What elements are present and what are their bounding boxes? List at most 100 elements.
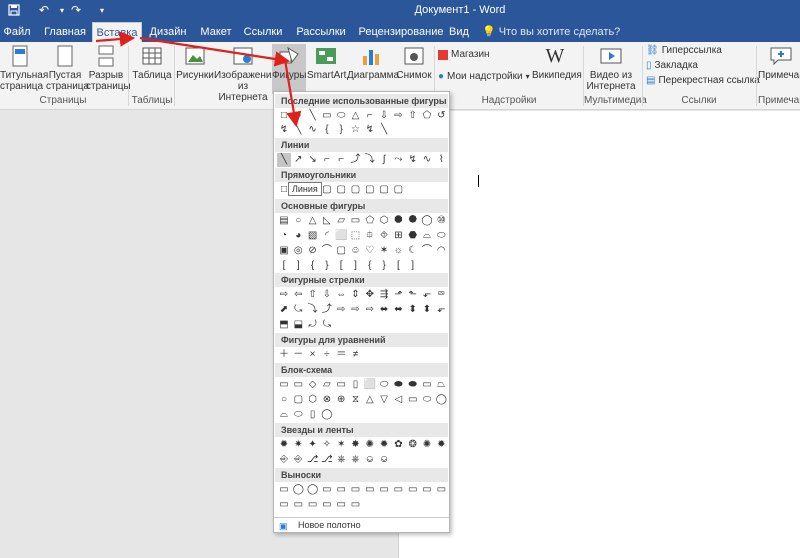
shape-option-icon[interactable]: { <box>363 259 377 273</box>
table-button[interactable]: Таблица <box>132 44 172 81</box>
shape-option-icon[interactable]: ⮹ <box>434 288 448 302</box>
shape-option-icon[interactable]: ] <box>291 259 305 273</box>
shape-option-icon[interactable]: ▢ <box>320 183 334 197</box>
shape-option-icon[interactable]: [ <box>391 259 405 273</box>
shape-option-icon[interactable]: ◎ <box>291 244 305 258</box>
shape-option-icon[interactable]: ⎉ <box>377 453 391 467</box>
shape-option-icon[interactable]: ⬣ <box>406 229 420 243</box>
shape-option-icon[interactable]: ⊞ <box>391 229 405 243</box>
shape-option-icon[interactable]: ⬠ <box>420 109 434 123</box>
shape-option-icon[interactable]: ♡ <box>363 244 377 258</box>
shape-option-icon[interactable]: ⌒ <box>320 244 334 258</box>
shape-option-icon[interactable]: ⇔ <box>334 288 348 302</box>
shape-option-icon[interactable]: ▣ <box>277 244 291 258</box>
shape-option-icon[interactable]: ✺ <box>363 438 377 452</box>
shapes-button[interactable]: Фигуры <box>272 44 306 94</box>
shape-option-icon[interactable]: ▧ <box>306 229 320 243</box>
shape-option-icon[interactable]: ▭ <box>349 483 363 497</box>
bookmark-button[interactable]: ▯ Закладка <box>646 59 698 73</box>
shape-option-icon[interactable]: ◯ <box>434 393 448 407</box>
shape-option-icon[interactable]: ⯃ <box>391 214 405 228</box>
shape-option-icon[interactable]: ✹ <box>277 438 291 452</box>
shape-option-icon[interactable]: △ <box>306 214 320 228</box>
tab-home[interactable]: Главная <box>40 22 90 42</box>
shape-option-icon[interactable]: ▤ <box>277 214 291 228</box>
shape-option-icon[interactable]: ] <box>406 259 420 273</box>
shape-option-icon[interactable]: ▯ <box>306 408 320 422</box>
new-canvas-item[interactable]: ▣ Новое полотно <box>274 517 449 532</box>
shape-option-icon[interactable]: ⬭ <box>420 393 434 407</box>
shape-option-icon[interactable]: ⇨ <box>391 109 405 123</box>
shape-option-icon[interactable]: ⬭ <box>334 109 348 123</box>
shape-option-icon[interactable]: □ <box>277 109 291 123</box>
tab-layout[interactable]: Макет <box>196 22 236 42</box>
shape-option-icon[interactable]: ▭ <box>391 483 405 497</box>
shape-option-icon[interactable]: ⬏ <box>391 288 405 302</box>
shape-option-icon[interactable]: ÷ <box>320 348 334 362</box>
shape-option-icon[interactable]: ▱ <box>334 214 348 228</box>
shape-option-icon[interactable]: ▯ <box>349 378 363 392</box>
shape-option-icon[interactable]: ☼ <box>391 244 405 258</box>
shape-option-icon[interactable]: ⇨ <box>363 303 377 317</box>
shape-option-icon[interactable]: △ <box>349 109 363 123</box>
shape-option-icon[interactable]: ⯄ <box>406 214 420 228</box>
screenshot-button[interactable]: Снимок <box>395 44 433 81</box>
shape-option-icon[interactable]: ⤿ <box>291 303 305 317</box>
shape-option-icon[interactable]: ↗ <box>291 153 305 167</box>
online-video-button[interactable]: Видео из Интернета <box>586 44 636 92</box>
shape-option-icon[interactable]: ⇩ <box>377 109 391 123</box>
shape-option-icon[interactable]: ⇦ <box>291 288 305 302</box>
wikipedia-button[interactable]: W Википедия <box>532 44 582 82</box>
shape-option-icon[interactable]: △ <box>363 393 377 407</box>
tab-mailings[interactable]: Рассылки <box>290 22 352 42</box>
shape-option-icon[interactable]: ▢ <box>334 183 348 197</box>
shape-option-icon[interactable]: ⌓ <box>420 229 434 243</box>
shape-option-icon[interactable]: ○ <box>277 393 291 407</box>
shape-option-icon[interactable]: ⊘ <box>306 244 320 258</box>
shape-option-icon[interactable]: ○ <box>291 214 305 228</box>
shape-option-icon[interactable]: ▭ <box>291 498 305 512</box>
shape-option-icon[interactable]: ▭ <box>277 378 291 392</box>
shape-option-icon[interactable]: ↯ <box>363 123 377 137</box>
shape-option-icon[interactable]: ⬡ <box>306 393 320 407</box>
shape-option-icon[interactable]: ⯐ <box>363 229 377 243</box>
shape-option-icon[interactable]: ⇧ <box>306 288 320 302</box>
shape-option-icon[interactable]: ⬚ <box>349 229 363 243</box>
shape-option-icon[interactable]: ✹ <box>377 438 391 452</box>
tab-file[interactable]: Файл <box>2 22 32 42</box>
shape-option-icon[interactable]: ⬬ <box>406 378 420 392</box>
shape-option-icon[interactable]: ▽ <box>377 393 391 407</box>
shape-option-icon[interactable]: ❂ <box>406 438 420 452</box>
shape-option-icon[interactable]: ▭ <box>277 498 291 512</box>
shape-option-icon[interactable]: ◁ <box>391 393 405 407</box>
tab-insert[interactable]: Вставка <box>92 22 142 42</box>
shape-option-icon[interactable]: ⬭ <box>377 378 391 392</box>
shape-option-icon[interactable]: ≠ <box>349 348 363 362</box>
cross-reference-button[interactable]: ▤ Перекрестная ссылка <box>646 74 760 88</box>
shape-option-icon[interactable]: ▢ <box>334 244 348 258</box>
shape-option-icon[interactable]: ▭ <box>363 483 377 497</box>
shape-option-icon[interactable]: ✦ <box>306 438 320 452</box>
shape-option-icon[interactable]: ⬌ <box>377 303 391 317</box>
shape-option-icon[interactable]: ╲ <box>377 123 391 137</box>
store-button[interactable]: Магазин <box>438 48 490 62</box>
shape-option-icon[interactable]: ◇ <box>306 378 320 392</box>
shape-option-icon[interactable]: ⬍ <box>406 303 420 317</box>
shape-option-icon[interactable]: } <box>334 123 348 137</box>
shape-option-icon[interactable]: ▭ <box>334 378 348 392</box>
shape-option-icon[interactable]: ▭ <box>320 109 334 123</box>
shape-option-icon[interactable]: ▭ <box>306 498 320 512</box>
shape-option-icon[interactable]: ⬠ <box>363 214 377 228</box>
chart-button[interactable]: Диаграмма <box>347 44 399 81</box>
shape-option-icon[interactable]: ✸ <box>349 438 363 452</box>
shape-option-icon[interactable]: ↯ <box>406 153 420 167</box>
shape-option-icon[interactable]: ◕ <box>291 229 305 243</box>
shape-option-icon[interactable]: ⤴ <box>320 303 334 317</box>
shape-option-icon[interactable]: ▭ <box>406 483 420 497</box>
shape-option-icon[interactable]: ⤿ <box>320 318 334 332</box>
document-page[interactable] <box>398 111 800 558</box>
shape-option-icon[interactable]: ↯ <box>277 123 291 137</box>
shape-option-icon[interactable]: ☾ <box>406 244 420 258</box>
shape-option-icon[interactable]: ⎈ <box>334 453 348 467</box>
shape-option-icon[interactable]: ✶ <box>377 244 391 258</box>
